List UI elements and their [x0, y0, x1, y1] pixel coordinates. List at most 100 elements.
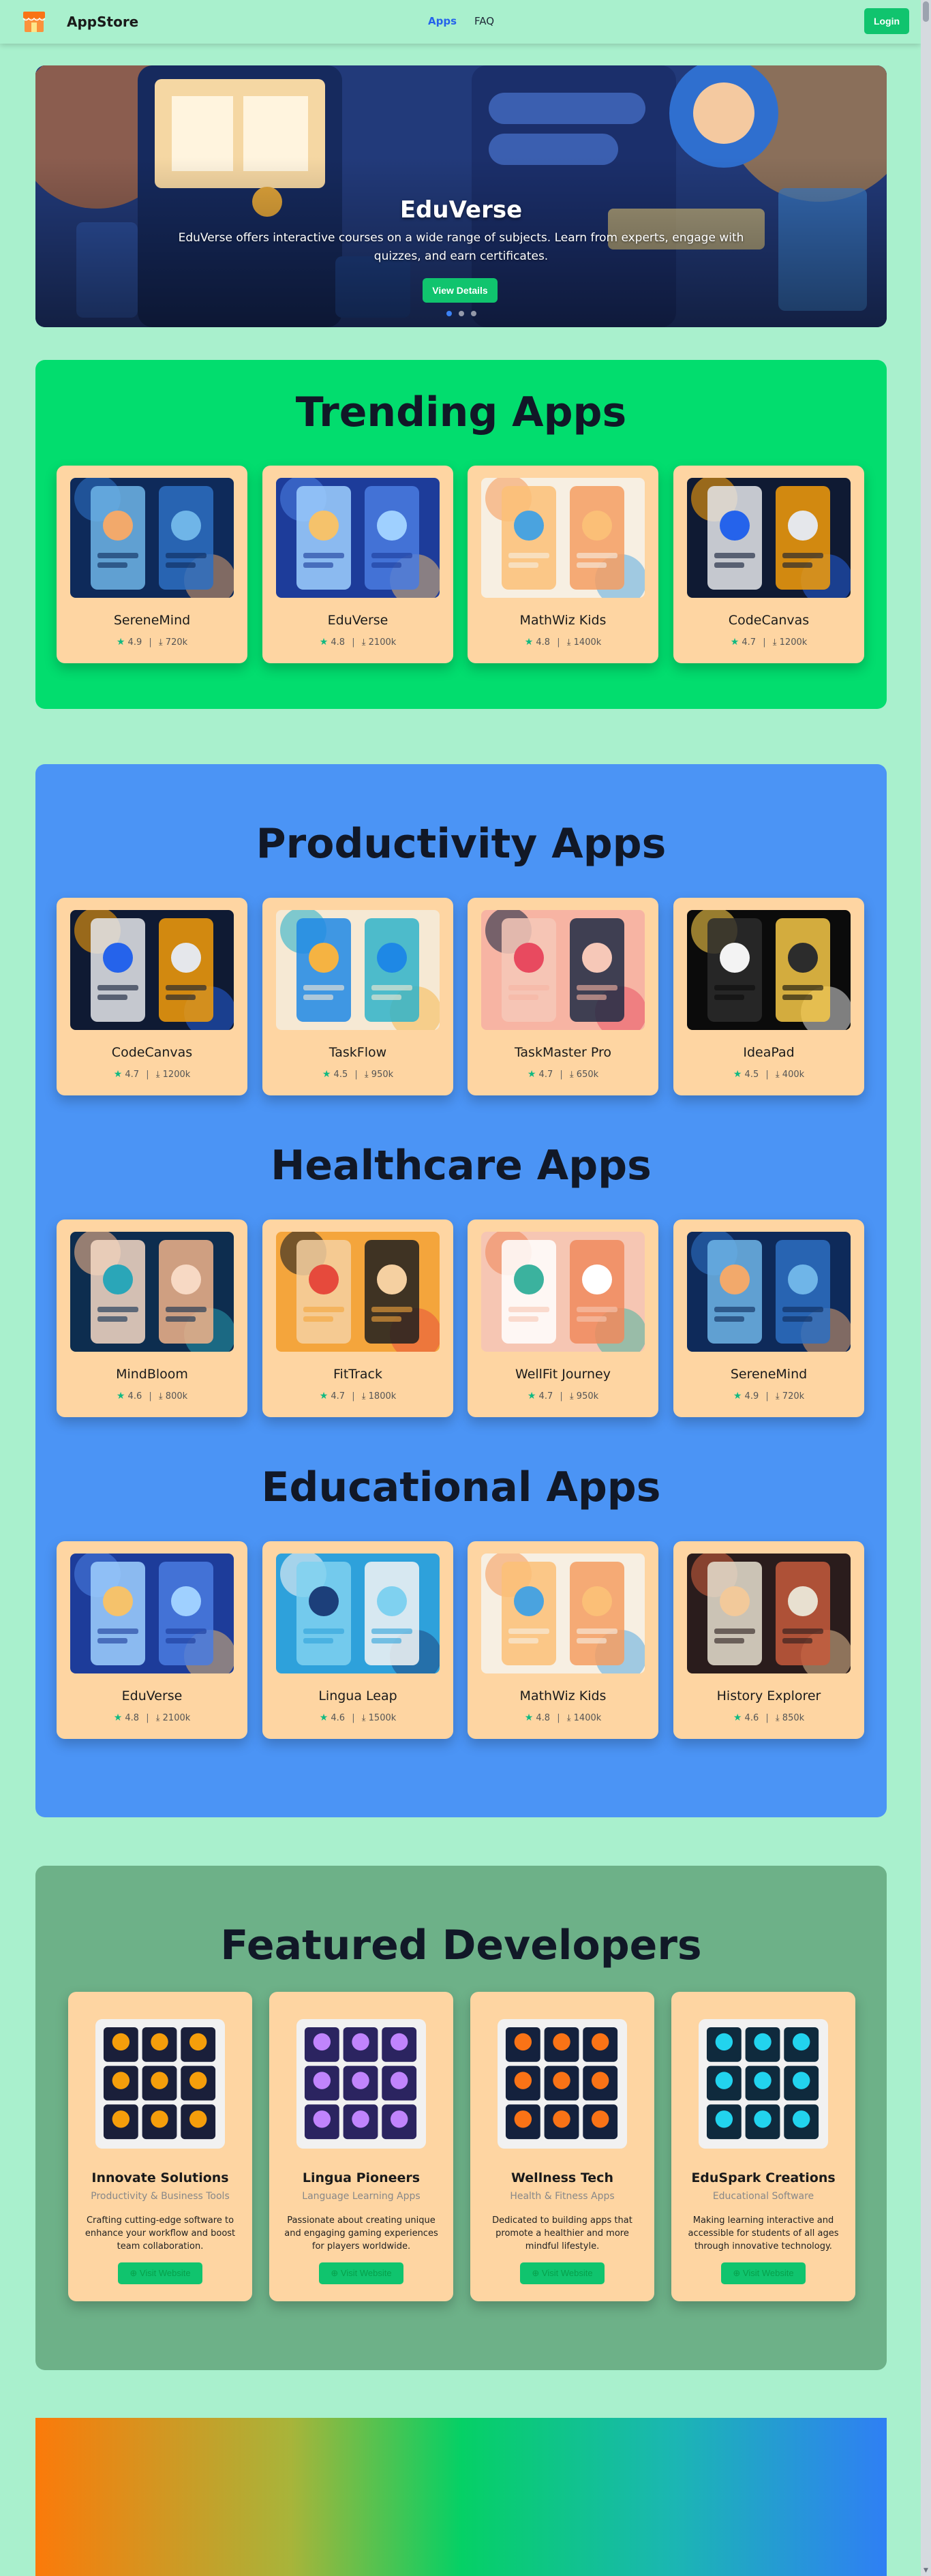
developer-card[interactable]: EduSpark Creations Educational Software …	[671, 1992, 855, 2301]
app-screenshot-image	[276, 1232, 440, 1352]
app-card-educational[interactable]: EduVerse ★ 4.8 | ⤓ 2100k	[57, 1541, 247, 1739]
app-screenshot-image	[481, 1232, 645, 1352]
app-card-healthcare[interactable]: MindBloom ★ 4.6 | ⤓ 800k	[57, 1219, 247, 1417]
download-icon: ⤓	[775, 1391, 780, 1401]
app-screenshot-image	[276, 910, 440, 1030]
app-rating: 4.8	[331, 637, 346, 648]
app-name[interactable]: MathWiz Kids	[468, 1688, 658, 1703]
visit-website-label: Visit Website	[340, 2268, 392, 2278]
app-card-educational[interactable]: History Explorer ★ 4.6 | ⤓ 850k	[673, 1541, 864, 1739]
developer-category: Language Learning Apps	[302, 2191, 421, 2202]
app-rating: 4.8	[125, 1713, 140, 1723]
app-thumbnail[interactable]	[687, 910, 851, 1030]
app-thumbnail[interactable]	[481, 1232, 645, 1352]
app-card-trending[interactable]: SereneMind ★ 4.9 | ⤓ 720k	[57, 466, 247, 663]
visit-website-label: Visit Website	[139, 2268, 191, 2278]
app-card-productivity[interactable]: CodeCanvas ★ 4.7 | ⤓ 1200k	[57, 898, 247, 1095]
visit-website-button[interactable]: ⊕ Visit Website	[520, 2262, 605, 2284]
app-meta: ★ 4.7 | ⤓ 1200k	[673, 637, 864, 648]
hero-view-details-button[interactable]: View Details	[423, 278, 498, 303]
app-name[interactable]: CodeCanvas	[57, 1045, 247, 1060]
app-name[interactable]: SereneMind	[673, 1367, 864, 1382]
app-name[interactable]: TaskMaster Pro	[468, 1045, 658, 1060]
scroll-thumb[interactable]	[923, 1, 929, 22]
app-thumbnail[interactable]	[687, 478, 851, 598]
meta-separator: |	[557, 637, 560, 648]
developer-card[interactable]: Wellness Tech Health & Fitness Apps Dedi…	[470, 1992, 654, 2301]
app-screenshot-image	[276, 478, 440, 598]
app-card-trending[interactable]: CodeCanvas ★ 4.7 | ⤓ 1200k	[673, 466, 864, 663]
hero-carousel[interactable]: EduVerse EduVerse offers interactive cou…	[35, 65, 887, 327]
app-card-educational[interactable]: MathWiz Kids ★ 4.8 | ⤓ 1400k	[468, 1541, 658, 1739]
app-name[interactable]: MathWiz Kids	[468, 613, 658, 628]
app-name[interactable]: WellFit Journey	[468, 1367, 658, 1382]
carousel-dot-2[interactable]	[458, 311, 464, 316]
app-name[interactable]: EduVerse	[57, 1688, 247, 1703]
app-downloads: 650k	[576, 1070, 599, 1080]
store-logo-icon[interactable]	[22, 10, 46, 33]
scroll-down-icon[interactable]: ▼	[921, 2566, 931, 2576]
nav-link-faq[interactable]: FAQ	[474, 15, 494, 27]
app-card-healthcare[interactable]: FitTrack ★ 4.7 | ⤓ 1800k	[262, 1219, 453, 1417]
visit-website-button[interactable]: ⊕ Visit Website	[118, 2262, 202, 2284]
app-thumbnail[interactable]	[687, 1554, 851, 1673]
app-thumbnail[interactable]	[276, 478, 440, 598]
app-thumbnail[interactable]	[481, 910, 645, 1030]
app-name[interactable]: History Explorer	[673, 1688, 864, 1703]
app-thumbnail[interactable]	[481, 1554, 645, 1673]
app-rating: 4.6	[127, 1391, 142, 1401]
app-thumbnail[interactable]	[276, 910, 440, 1030]
app-thumbnail[interactable]	[70, 478, 234, 598]
app-thumbnail[interactable]	[276, 1232, 440, 1352]
app-screenshot-image	[687, 478, 851, 598]
app-thumbnail[interactable]	[481, 478, 645, 598]
app-thumbnail[interactable]	[70, 1554, 234, 1673]
app-thumbnail[interactable]	[70, 910, 234, 1030]
app-card-trending[interactable]: MathWiz Kids ★ 4.8 | ⤓ 1400k	[468, 466, 658, 663]
developer-thumbnail	[498, 2019, 627, 2149]
categories-section: Productivity Apps CodeCanvas ★ 4.7 | ⤓ 1…	[35, 764, 887, 1817]
app-downloads: 800k	[165, 1391, 188, 1401]
app-card-productivity[interactable]: IdeaPad ★ 4.5 | ⤓ 400k	[673, 898, 864, 1095]
app-card-educational[interactable]: Lingua Leap ★ 4.6 | ⤓ 1500k	[262, 1541, 453, 1739]
nav-link-apps[interactable]: Apps	[428, 15, 457, 27]
developer-card[interactable]: Innovate Solutions Productivity & Busine…	[68, 1992, 252, 2301]
app-name[interactable]: FitTrack	[262, 1367, 453, 1382]
app-name[interactable]: SereneMind	[57, 613, 247, 628]
developer-name: EduSpark Creations	[691, 2170, 836, 2185]
app-thumbnail[interactable]	[687, 1232, 851, 1352]
app-meta: ★ 4.7 | ⤓ 1200k	[57, 1069, 247, 1080]
visit-website-button[interactable]: ⊕ Visit Website	[319, 2262, 403, 2284]
app-rating: 4.8	[536, 1713, 551, 1723]
app-name[interactable]: CodeCanvas	[673, 613, 864, 628]
app-card-productivity[interactable]: TaskFlow ★ 4.5 | ⤓ 950k	[262, 898, 453, 1095]
app-card-healthcare[interactable]: SereneMind ★ 4.9 | ⤓ 720k	[673, 1219, 864, 1417]
meta-separator: |	[765, 1713, 769, 1723]
brand-name[interactable]: AppStore	[67, 14, 138, 30]
developer-description: Dedicated to building apps that promote …	[492, 2215, 632, 2252]
star-icon: ★	[113, 1069, 123, 1080]
app-screenshot-image	[276, 1554, 440, 1673]
app-name[interactable]: Lingua Leap	[262, 1688, 453, 1703]
login-button[interactable]: Login	[864, 8, 909, 34]
visit-website-label: Visit Website	[541, 2268, 593, 2278]
app-thumbnail[interactable]	[70, 1232, 234, 1352]
app-downloads: 720k	[165, 637, 188, 648]
visit-website-button[interactable]: ⊕ Visit Website	[721, 2262, 806, 2284]
developers-section: Featured Developers Innovate Solutions P…	[35, 1866, 887, 2370]
app-card-healthcare[interactable]: WellFit Journey ★ 4.7 | ⤓ 950k	[468, 1219, 658, 1417]
app-name[interactable]: MindBloom	[57, 1367, 247, 1382]
hero-description: EduVerse offers interactive courses on a…	[178, 231, 744, 263]
vertical-scrollbar[interactable]: ▲ ▼	[921, 0, 931, 2576]
app-thumbnail[interactable]	[276, 1554, 440, 1673]
carousel-dot-3[interactable]	[470, 311, 476, 316]
app-card-productivity[interactable]: TaskMaster Pro ★ 4.7 | ⤓ 650k	[468, 898, 658, 1095]
app-name[interactable]: IdeaPad	[673, 1045, 864, 1060]
meta-separator: |	[765, 1391, 769, 1401]
app-name[interactable]: EduVerse	[262, 613, 453, 628]
app-card-trending[interactable]: EduVerse ★ 4.8 | ⤓ 2100k	[262, 466, 453, 663]
app-meta: ★ 4.8 | ⤓ 2100k	[262, 637, 453, 648]
app-name[interactable]: TaskFlow	[262, 1045, 453, 1060]
developer-card[interactable]: Lingua Pioneers Language Learning Apps P…	[269, 1992, 453, 2301]
carousel-dot-1[interactable]	[446, 311, 452, 316]
